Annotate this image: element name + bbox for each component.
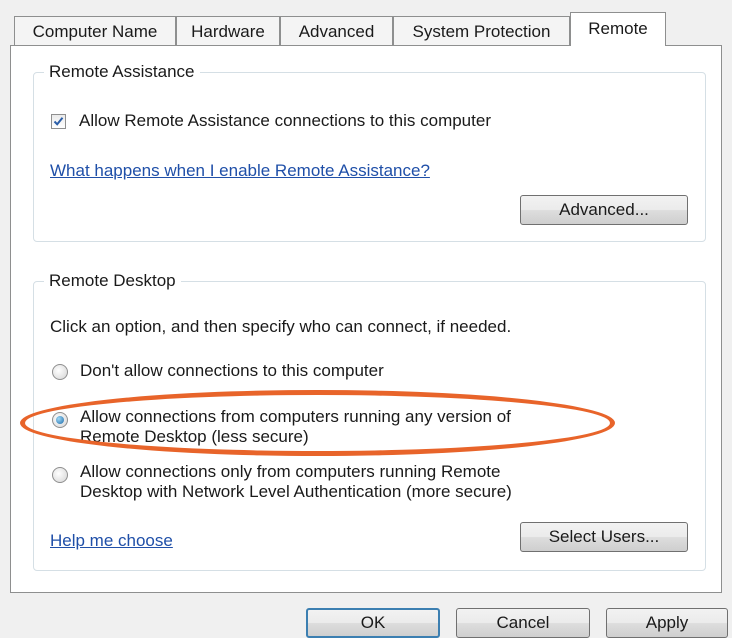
allow-any-version-label-line1: Allow connections from computers running… (80, 407, 511, 426)
remote-assistance-help-link[interactable]: What happens when I enable Remote Assist… (50, 160, 430, 182)
remote-desktop-title: Remote Desktop (44, 271, 181, 291)
cancel-button[interactable]: Cancel (456, 608, 590, 638)
advanced-button[interactable]: Advanced... (520, 195, 688, 225)
remote-desktop-group: Remote Desktop Click an option, and then… (33, 271, 706, 571)
remote-assistance-group: Remote Assistance Allow Remote Assistanc… (33, 62, 706, 242)
allow-nla-only-label-line1: Allow connections only from computers ru… (80, 462, 501, 481)
tab-computer-name[interactable]: Computer Name (14, 16, 176, 45)
dont-allow-label: Don't allow connections to this computer (80, 361, 384, 380)
tab-hardware[interactable]: Hardware (176, 16, 280, 45)
tab-remote[interactable]: Remote (570, 12, 666, 46)
apply-button[interactable]: Apply (606, 608, 728, 638)
allow-any-version-label-line2: Remote Desktop (less secure) (80, 427, 309, 446)
allow-remote-assistance-checkbox[interactable] (51, 114, 66, 129)
remote-desktop-instruction: Click an option, and then specify who ca… (50, 317, 512, 336)
checkmark-icon (53, 117, 64, 126)
tab-system-protection[interactable]: System Protection (393, 16, 570, 45)
allow-remote-assistance-label: Allow Remote Assistance connections to t… (79, 111, 491, 130)
radio-selected-dot (56, 416, 64, 424)
allow-nla-only-radio[interactable] (52, 467, 68, 483)
dialog-button-bar: OK Cancel Apply (0, 593, 732, 638)
select-users-button[interactable]: Select Users... (520, 522, 688, 552)
tab-advanced[interactable]: Advanced (280, 16, 393, 45)
allow-any-version-radio[interactable] (52, 412, 68, 428)
dont-allow-radio[interactable] (52, 364, 68, 380)
ok-button[interactable]: OK (306, 608, 440, 638)
remote-tab-panel: Remote Assistance Allow Remote Assistanc… (10, 45, 722, 593)
allow-nla-only-label-line2: Desktop with Network Level Authenticatio… (80, 482, 512, 501)
remote-assistance-title: Remote Assistance (44, 62, 200, 82)
help-me-choose-link[interactable]: Help me choose (50, 530, 173, 552)
